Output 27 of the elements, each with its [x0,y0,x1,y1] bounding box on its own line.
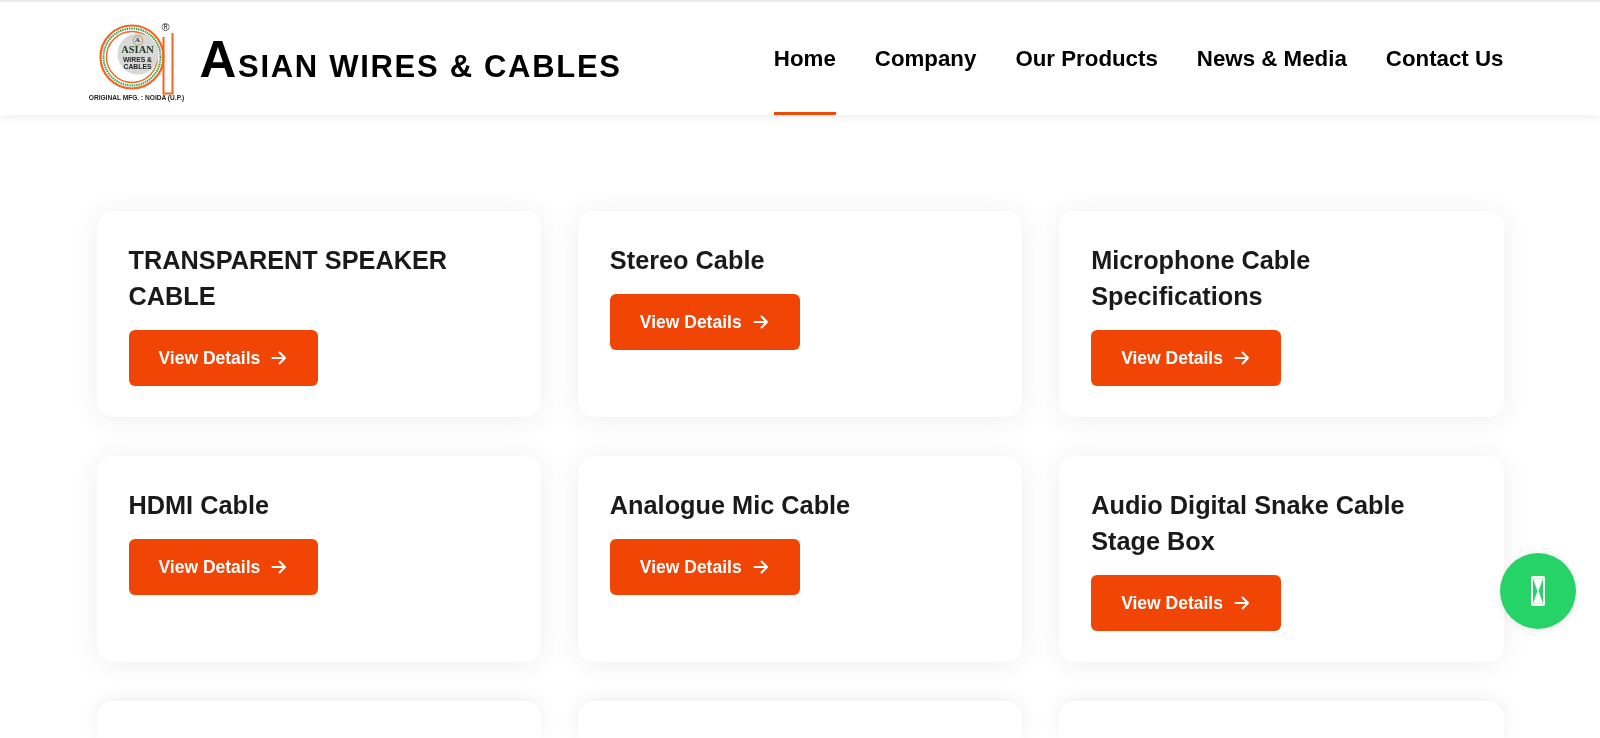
hourglass-icon [1531,576,1545,606]
logo-wordmark: ASIAN [120,44,155,55]
product-title: TRANSPARENT SPEAKER CABLE [128,245,449,312]
view-details-button[interactable]: View Details [609,539,800,595]
product-title: Microphone Cable Specifications [1091,245,1312,312]
arrow-right-icon [271,350,288,366]
nav-link[interactable]: Contact Us [1385,2,1504,115]
arrow-right-icon [271,559,288,575]
product-title: Stereo Cable [609,245,765,276]
brand-name: ASIAN WIRES & CABLES [199,34,622,85]
nav-link[interactable]: Home [773,2,836,115]
nav-link[interactable]: News & Media [1196,2,1347,115]
arrow-right-icon [1234,350,1250,366]
product-title: HDMI Cable [128,490,270,521]
registered-mark: ® [161,20,170,33]
nav-link[interactable]: Company [874,2,977,115]
view-details-button[interactable]: View Details [609,294,800,350]
view-details-button[interactable]: View Details [128,539,319,595]
view-details-button[interactable]: View Details [128,330,319,386]
view-details-button[interactable]: View Details [1091,575,1281,631]
product-title: Analogue Mic Cable [609,490,851,521]
view-details-button[interactable]: View Details [1091,330,1281,386]
arrow-right-icon [752,559,769,575]
arrow-right-icon [752,314,769,330]
arrow-right-icon [1234,595,1250,611]
nav-link[interactable]: Our Products [1015,2,1158,115]
product-title: Audio Digital Snake Cable Stage Box [1091,490,1406,557]
